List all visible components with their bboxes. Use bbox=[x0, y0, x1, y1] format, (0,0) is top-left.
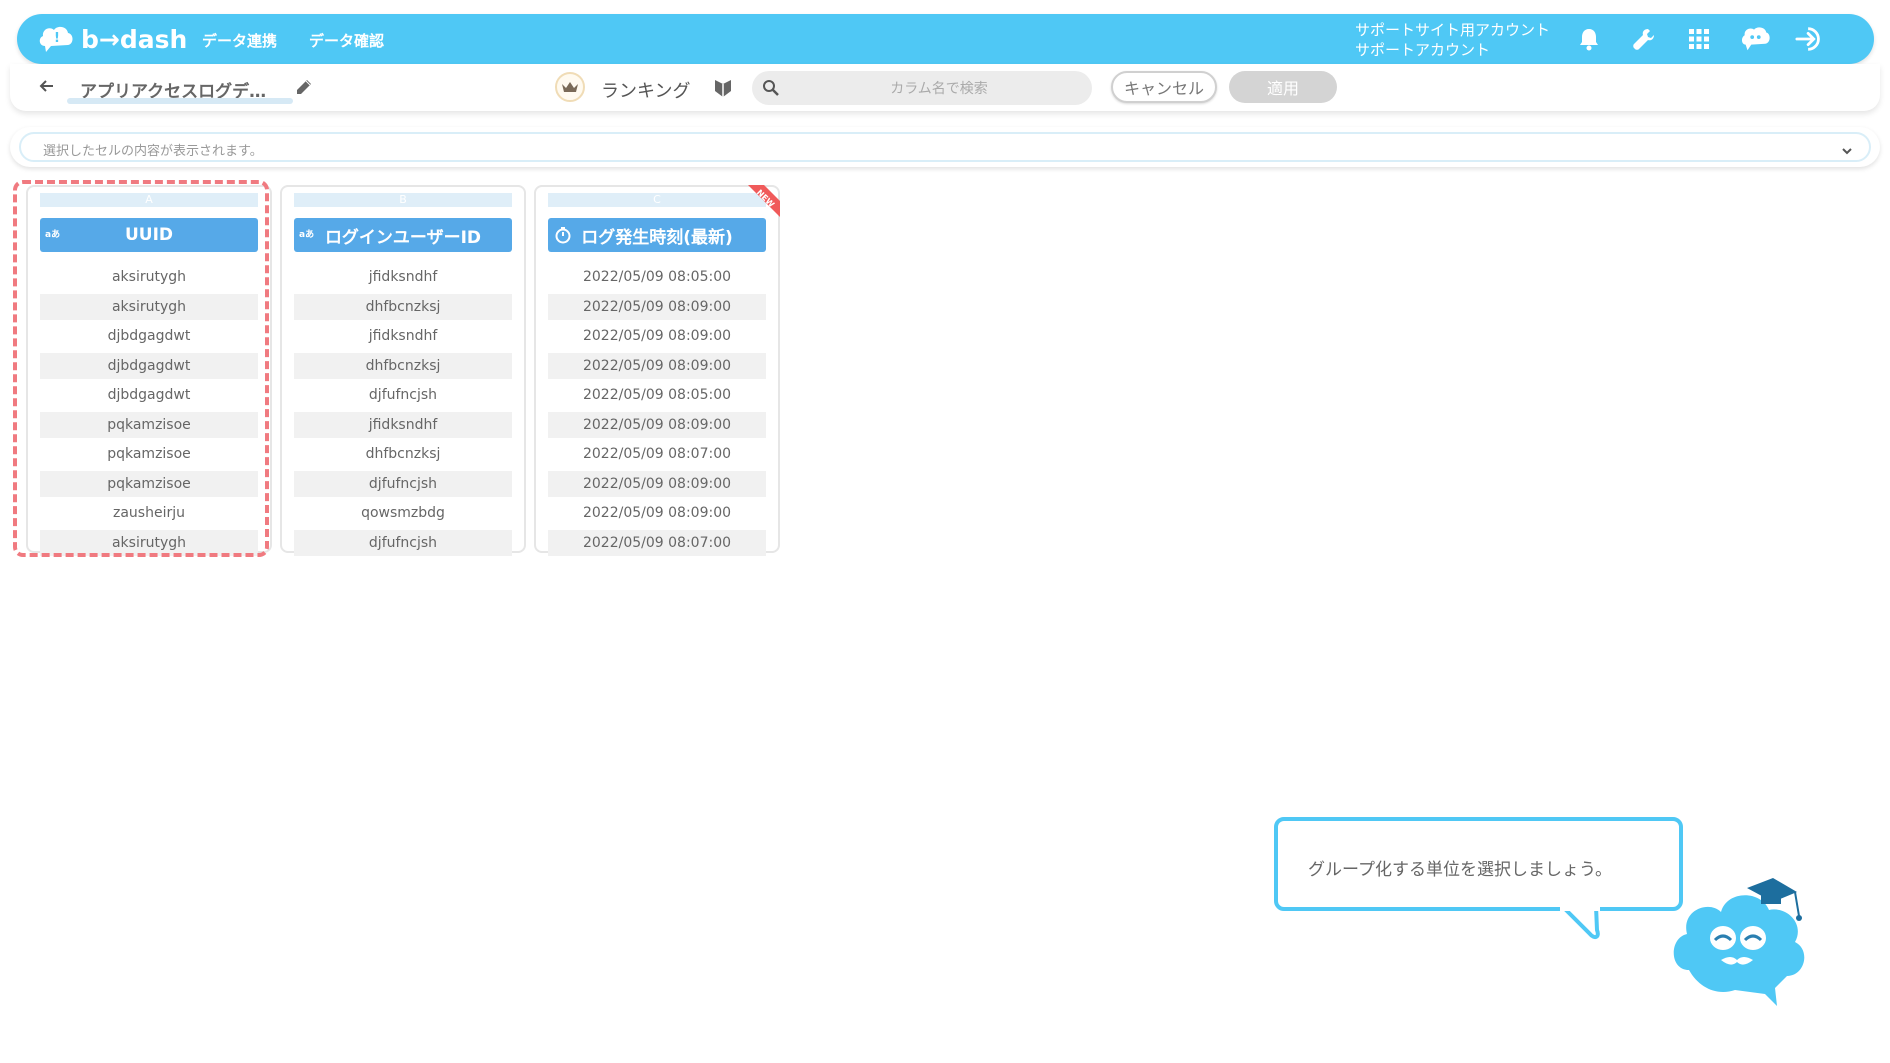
table-cell[interactable]: djbdgagdwt bbox=[40, 352, 258, 379]
text-type-icon: aあ bbox=[299, 230, 315, 240]
title-underline bbox=[67, 98, 293, 104]
column-header[interactable]: aあ UUID bbox=[40, 218, 258, 252]
logo-cloud-icon: ! bbox=[37, 24, 75, 54]
table-cell[interactable]: 2022/05/09 08:07:00 bbox=[548, 529, 766, 556]
search-icon bbox=[762, 79, 780, 97]
apply-button[interactable]: 適用 bbox=[1229, 71, 1337, 103]
table-cell[interactable]: 2022/05/09 08:09:00 bbox=[548, 323, 766, 349]
wrench-icon[interactable] bbox=[1629, 25, 1659, 53]
table-cell[interactable]: djbdgagdwt bbox=[40, 323, 258, 349]
logo-text: b→dash bbox=[81, 24, 188, 54]
guide-tooltip: グループ化する単位を選択しましょう。 bbox=[1274, 817, 1683, 911]
back-arrow-icon[interactable] bbox=[38, 77, 56, 95]
apps-grid-icon[interactable] bbox=[1684, 25, 1714, 53]
chat-bot-icon[interactable] bbox=[1740, 25, 1770, 53]
text-type-icon: aあ bbox=[45, 230, 61, 240]
tooltip-tail bbox=[1560, 906, 1600, 940]
column-header-label: UUID bbox=[124, 225, 174, 245]
column-search-box[interactable] bbox=[752, 71, 1092, 107]
column-header-label: ログ発生時刻(最新) bbox=[581, 227, 733, 248]
new-ribbon-badge: NEW bbox=[740, 185, 780, 225]
column-header-label: ログインユーザーID bbox=[324, 227, 482, 248]
nav-data-check[interactable]: データ確認 bbox=[309, 30, 384, 51]
bdash-logo[interactable]: ! b→dash bbox=[37, 22, 187, 56]
column-search-input[interactable] bbox=[792, 71, 1086, 107]
ranking-crown-icon[interactable] bbox=[555, 72, 585, 102]
data-column-c[interactable]: C ログ発生時刻(最新) 2022/05/09 08:05:00 2022/05/09… bbox=[534, 185, 780, 556]
top-header-bar: ! b→dash データ連携 データ確認 サポートサイト用アカウント サポートア… bbox=[17, 14, 1874, 64]
timer-icon bbox=[554, 226, 572, 247]
account-user-name: サポートアカウント bbox=[1355, 41, 1491, 59]
edit-pencil-icon[interactable] bbox=[294, 77, 314, 97]
cell-content-placeholder: 選択したセルの内容が表示されます。 bbox=[43, 144, 263, 159]
bell-icon[interactable] bbox=[1574, 25, 1604, 53]
mascot-character-icon bbox=[1673, 878, 1805, 1006]
table-cell[interactable]: qowsmzbdg bbox=[294, 500, 512, 526]
column-letter: B bbox=[294, 193, 512, 207]
table-cell[interactable]: dhfbcnzksj bbox=[294, 293, 512, 320]
data-column-a[interactable]: Aaあ UUID aksirutygh aksirutygh djbdgagdwt djb… bbox=[26, 185, 272, 556]
guide-tooltip-text: グループ化する単位を選択しましょう。 bbox=[1308, 860, 1612, 880]
cell-content-field[interactable]: 選択したセルの内容が表示されます。 bbox=[19, 132, 1871, 162]
account-info[interactable]: サポートサイト用アカウント サポートアカウント bbox=[1355, 20, 1550, 60]
table-cell[interactable]: jfidksndhf bbox=[294, 323, 512, 349]
data-column-b[interactable]: Baあ ログインユーザーID jfidksndhf dhfbcnzksj jfidksn… bbox=[280, 185, 526, 556]
table-cell[interactable]: djfufncjsh bbox=[294, 470, 512, 497]
table-cell[interactable]: jfidksndhf bbox=[294, 264, 512, 290]
chevron-down-icon[interactable] bbox=[1841, 142, 1853, 155]
table-cell[interactable]: aksirutygh bbox=[40, 264, 258, 290]
table-cell[interactable]: dhfbcnzksj bbox=[294, 352, 512, 379]
svg-text:!: ! bbox=[54, 31, 60, 46]
table-cell[interactable]: 2022/05/09 08:09:00 bbox=[548, 293, 766, 320]
table-cell[interactable]: pqkamzisoe bbox=[40, 470, 258, 497]
table-cell[interactable]: aksirutygh bbox=[40, 293, 258, 320]
table-cell[interactable]: djfufncjsh bbox=[294, 529, 512, 556]
table-cell[interactable]: 2022/05/09 08:09:00 bbox=[548, 411, 766, 438]
table-cell[interactable]: zausheirju bbox=[40, 500, 258, 526]
table-cell[interactable]: djfufncjsh bbox=[294, 382, 512, 408]
cell-content-bar: 選択したセルの内容が表示されます。 bbox=[10, 127, 1880, 167]
table-cell[interactable]: pqkamzisoe bbox=[40, 411, 258, 438]
table-cell[interactable]: dhfbcnzksj bbox=[294, 441, 512, 467]
column-header[interactable]: ログ発生時刻(最新) bbox=[548, 218, 766, 252]
table-cell[interactable]: 2022/05/09 08:05:00 bbox=[548, 264, 766, 290]
table-cell[interactable]: 2022/05/09 08:09:00 bbox=[548, 470, 766, 497]
ranking-label: ランキング bbox=[601, 81, 691, 102]
column-letter: A bbox=[40, 193, 258, 207]
cancel-button[interactable]: キャンセル bbox=[1111, 71, 1217, 103]
table-cell[interactable]: 2022/05/09 08:09:00 bbox=[548, 500, 766, 526]
table-cell[interactable]: 2022/05/09 08:05:00 bbox=[548, 382, 766, 408]
account-site-name: サポートサイト用アカウント bbox=[1355, 21, 1551, 39]
table-cell[interactable]: djbdgagdwt bbox=[40, 382, 258, 408]
table-cell[interactable]: jfidksndhf bbox=[294, 411, 512, 438]
column-header[interactable]: aあ ログインユーザーID bbox=[294, 218, 512, 252]
table-cell[interactable]: 2022/05/09 08:09:00 bbox=[548, 352, 766, 379]
beginner-mark-icon[interactable] bbox=[712, 77, 734, 99]
nav-data-link[interactable]: データ連携 bbox=[202, 30, 277, 51]
logout-icon[interactable] bbox=[1795, 25, 1825, 53]
column-letter: C bbox=[548, 193, 766, 207]
table-cell[interactable]: 2022/05/09 08:07:00 bbox=[548, 441, 766, 467]
table-cell[interactable]: pqkamzisoe bbox=[40, 441, 258, 467]
table-cell[interactable]: aksirutygh bbox=[40, 529, 258, 556]
